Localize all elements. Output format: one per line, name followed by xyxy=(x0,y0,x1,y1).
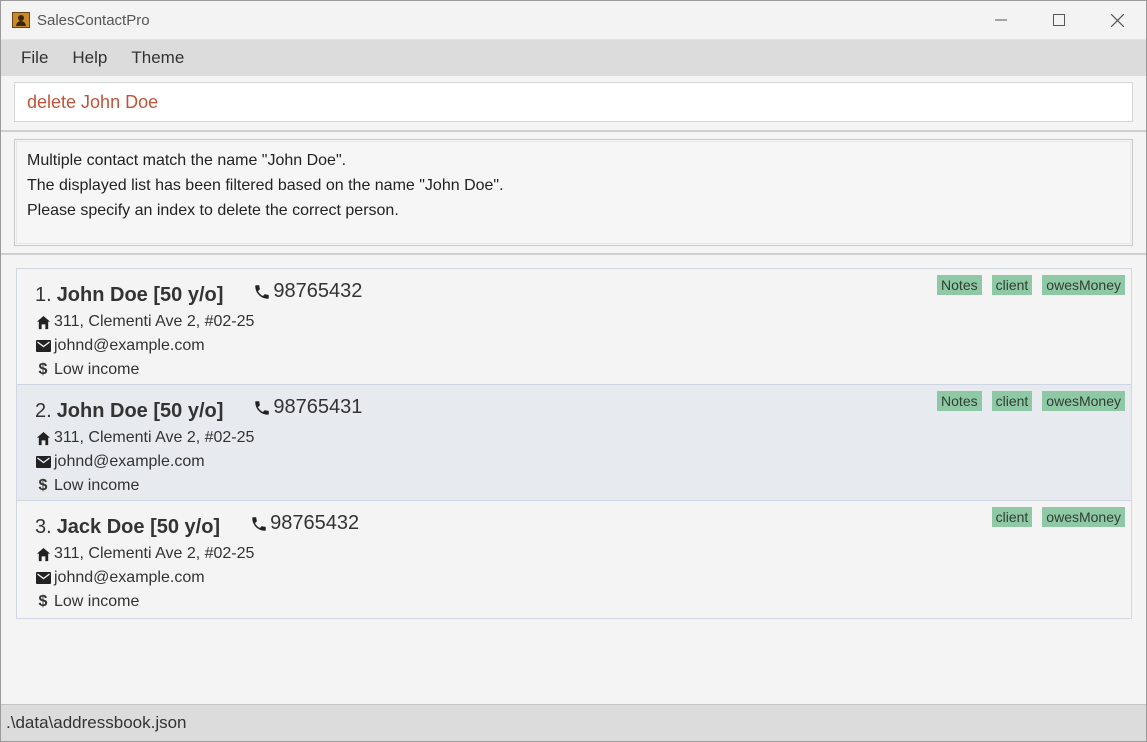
contact-address: 311, Clementi Ave 2, #02-25 xyxy=(54,429,255,446)
contact-phone: 98765431 xyxy=(253,396,362,419)
phone-icon xyxy=(255,400,270,415)
command-input[interactable] xyxy=(14,82,1133,122)
contact-card[interactable]: 2. John Doe [50 y/o] 98765431 311, Cleme… xyxy=(17,385,1131,501)
dollar-icon: $ xyxy=(38,593,48,610)
app-window: SalesContactPro File Help Theme Multiple… xyxy=(0,0,1147,742)
email-icon xyxy=(35,570,51,586)
tag: Notes xyxy=(937,275,982,295)
phone-number: 98765431 xyxy=(273,396,363,418)
contact-income-row: $ Low income xyxy=(35,474,1131,498)
result-line: Multiple contact match the name "John Do… xyxy=(27,152,347,169)
tag: Notes xyxy=(937,391,982,411)
status-bar: .\data\addressbook.json xyxy=(1,704,1146,741)
contact-address: 311, Clementi Ave 2, #02-25 xyxy=(54,545,255,562)
window-title: SalesContactPro xyxy=(37,11,150,29)
contact-phone: 98765432 xyxy=(253,280,362,303)
contact-index: 1. xyxy=(35,283,52,306)
contact-card[interactable]: 1. John Doe [50 y/o] 98765432 311, Cleme… xyxy=(17,269,1131,385)
phone-icon xyxy=(255,284,270,299)
home-icon xyxy=(35,430,51,446)
tag: client xyxy=(991,507,1033,527)
phone-icon xyxy=(252,516,266,531)
title-bar[interactable]: SalesContactPro xyxy=(1,1,1146,39)
contact-email: johnd@example.com xyxy=(54,337,205,354)
contact-tags: client owesMoney xyxy=(925,507,1125,527)
home-icon xyxy=(35,546,51,562)
tag: client xyxy=(991,275,1033,295)
command-box-container xyxy=(1,76,1146,130)
contact-income-row: $ Low income xyxy=(35,590,1131,614)
dollar-icon: $ xyxy=(38,477,48,494)
contact-income-row: $ Low income xyxy=(35,358,1131,382)
result-line: The displayed list has been filtered bas… xyxy=(27,177,504,194)
contact-name: Jack Doe [50 y/o] xyxy=(56,515,221,538)
contact-name: John Doe [50 y/o] xyxy=(56,399,224,422)
contact-income: Low income xyxy=(54,593,140,610)
window-controls xyxy=(972,1,1146,39)
contact-book-icon xyxy=(12,12,30,28)
maximize-button[interactable] xyxy=(1030,1,1088,39)
contact-index: 2. xyxy=(35,399,52,422)
minimize-icon xyxy=(995,19,1007,21)
close-button[interactable] xyxy=(1088,1,1146,39)
tag: owesMoney xyxy=(1042,391,1125,411)
contact-list[interactable]: 1. John Doe [50 y/o] 98765432 311, Cleme… xyxy=(16,268,1132,619)
contact-phone: 98765432 xyxy=(250,512,359,535)
contact-list-container: 1. John Doe [50 y/o] 98765432 311, Cleme… xyxy=(1,255,1146,619)
contact-address-row: 311, Clementi Ave 2, #02-25 xyxy=(35,426,1131,450)
email-icon xyxy=(35,338,51,354)
close-icon xyxy=(1110,13,1124,27)
result-line: Please specify an index to delete the co… xyxy=(27,202,399,219)
email-icon xyxy=(35,454,51,470)
contact-name: John Doe [50 y/o] xyxy=(56,283,224,306)
tag: owesMoney xyxy=(1042,507,1125,527)
tag: owesMoney xyxy=(1042,275,1125,295)
contact-email: johnd@example.com xyxy=(54,569,205,586)
contact-address-row: 311, Clementi Ave 2, #02-25 xyxy=(35,542,1131,566)
menu-file[interactable]: File xyxy=(9,44,60,72)
menu-bar: File Help Theme xyxy=(1,39,1146,76)
menu-help[interactable]: Help xyxy=(60,44,119,72)
contact-address-row: 311, Clementi Ave 2, #02-25 xyxy=(35,310,1131,334)
contact-email-row: johnd@example.com xyxy=(35,450,1131,474)
result-display-container: Multiple contact match the name "John Do… xyxy=(1,132,1146,253)
menu-theme[interactable]: Theme xyxy=(119,44,196,72)
dollar-icon: $ xyxy=(38,361,48,378)
file-path: .\data\addressbook.json xyxy=(6,713,187,732)
contact-index: 3. xyxy=(35,515,52,538)
contact-address: 311, Clementi Ave 2, #02-25 xyxy=(54,313,255,330)
contact-email-row: johnd@example.com xyxy=(35,566,1131,590)
maximize-icon xyxy=(1053,14,1065,26)
phone-number: 98765432 xyxy=(273,280,363,302)
contact-income: Low income xyxy=(54,361,140,378)
contact-card[interactable]: 3. Jack Doe [50 y/o] 98765432 311, Cleme… xyxy=(17,501,1131,618)
contact-tags: Notes client owesMoney xyxy=(925,391,1125,411)
minimize-button[interactable] xyxy=(972,1,1030,39)
home-icon xyxy=(35,314,51,330)
tag: client xyxy=(991,391,1033,411)
contact-email: johnd@example.com xyxy=(54,453,205,470)
contact-tags: Notes client owesMoney xyxy=(925,275,1125,295)
phone-number: 98765432 xyxy=(270,512,360,534)
contact-income: Low income xyxy=(54,477,140,494)
contact-email-row: johnd@example.com xyxy=(35,334,1131,358)
result-display[interactable]: Multiple contact match the name "John Do… xyxy=(14,139,1133,246)
